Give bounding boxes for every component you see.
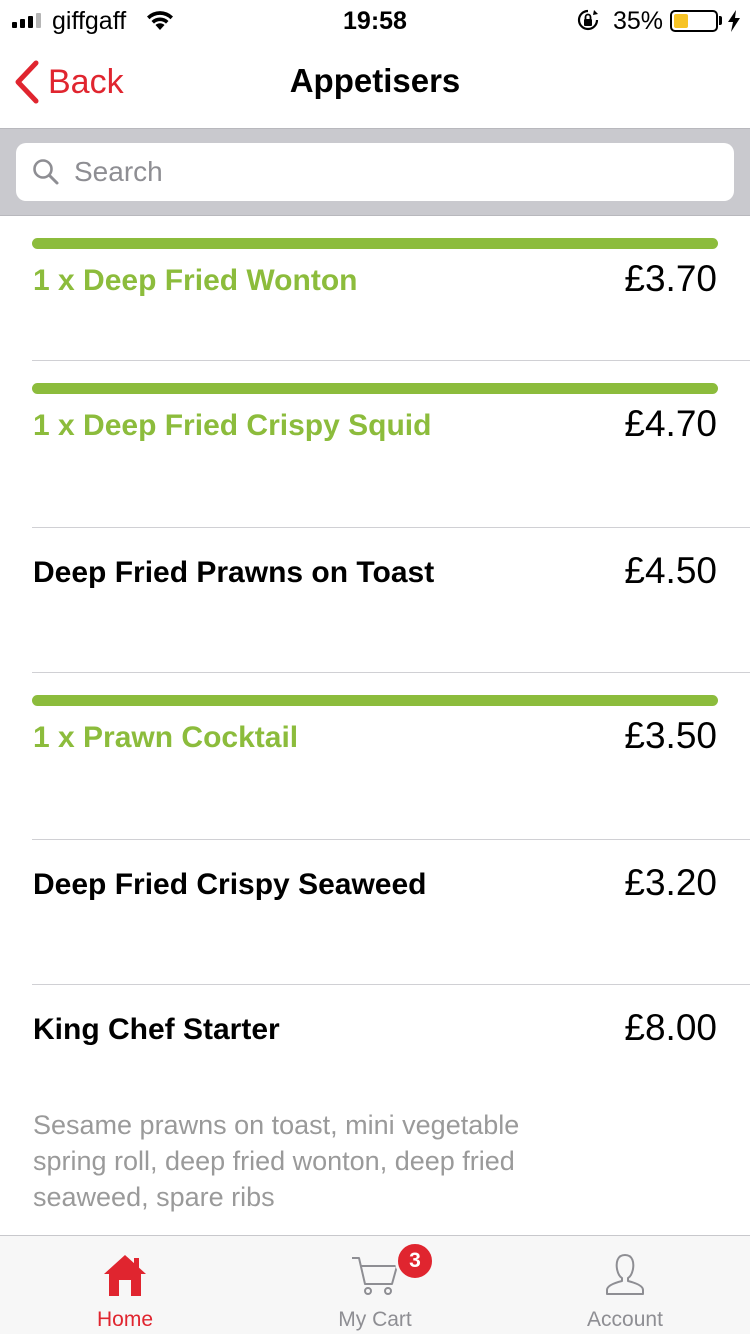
- tab-home[interactable]: Home: [0, 1236, 250, 1334]
- rotation-lock-icon: [577, 9, 599, 31]
- item-price: £3.50: [624, 715, 717, 756]
- item-price: £4.70: [624, 403, 717, 444]
- home-icon: [104, 1255, 146, 1296]
- item-name: Deep Fried Crispy Seaweed: [33, 868, 427, 901]
- in-cart-indicator: [32, 695, 718, 706]
- menu-list[interactable]: 1 x Deep Fried Wonton £3.70 1 x Deep Fri…: [0, 216, 750, 1235]
- page-title: Appetisers: [289, 62, 461, 99]
- battery-icon: [670, 10, 718, 32]
- in-cart-indicator: [32, 383, 718, 394]
- menu-item[interactable]: 1 x Deep Fried Wonton £3.70: [0, 216, 750, 361]
- tab-label-home: Home: [96, 1308, 154, 1331]
- tab-account[interactable]: Account: [500, 1236, 750, 1334]
- search-input[interactable]: [74, 156, 674, 188]
- item-price: £8.00: [624, 1007, 717, 1048]
- cart-count-badge: 3: [395, 1241, 435, 1281]
- search-bar-container: [0, 128, 750, 216]
- item-name: King Chef Starter: [33, 1013, 280, 1046]
- tab-label-my-cart: My Cart: [338, 1308, 412, 1331]
- battery-percent: 35%: [613, 7, 664, 35]
- navigation-bar: Back Appetisers: [0, 40, 750, 128]
- item-name: 1 x Deep Fried Wonton: [33, 264, 358, 297]
- search-icon: [33, 159, 59, 185]
- menu-item[interactable]: 1 x Deep Fried Crispy Squid £4.70: [0, 361, 750, 528]
- item-name: 1 x Deep Fried Crispy Squid: [33, 409, 432, 442]
- status-bar: giffgaff 19:58 35%: [0, 0, 750, 40]
- tab-label-account: Account: [587, 1308, 663, 1331]
- item-description: Sesame prawns on toast, mini vegetable s…: [33, 1110, 520, 1212]
- menu-item[interactable]: 1 x Prawn Cocktail £3.50: [0, 673, 750, 840]
- item-price: £4.50: [624, 550, 717, 591]
- cart-icon: [352, 1257, 398, 1295]
- item-name: 1 x Prawn Cocktail: [33, 721, 299, 754]
- item-name: Deep Fried Prawns on Toast: [33, 556, 435, 589]
- menu-item[interactable]: Deep Fried Crispy Seaweed £3.20: [0, 840, 750, 985]
- battery-nub: [719, 16, 722, 25]
- item-price: £3.20: [624, 862, 717, 903]
- item-price: £3.70: [624, 258, 717, 299]
- tab-bar: Home 3 My Cart Account: [0, 1235, 750, 1334]
- search-box[interactable]: [16, 143, 734, 201]
- charging-bolt-icon: [728, 10, 740, 32]
- menu-item[interactable]: Deep Fried Prawns on Toast £4.50: [0, 528, 750, 673]
- account-icon: [606, 1254, 644, 1295]
- battery-level: [674, 14, 688, 28]
- tab-my-cart[interactable]: 3 My Cart: [250, 1236, 500, 1334]
- menu-item[interactable]: King Chef Starter £8.00 Sesame prawns on…: [0, 985, 750, 1235]
- in-cart-indicator: [32, 238, 718, 249]
